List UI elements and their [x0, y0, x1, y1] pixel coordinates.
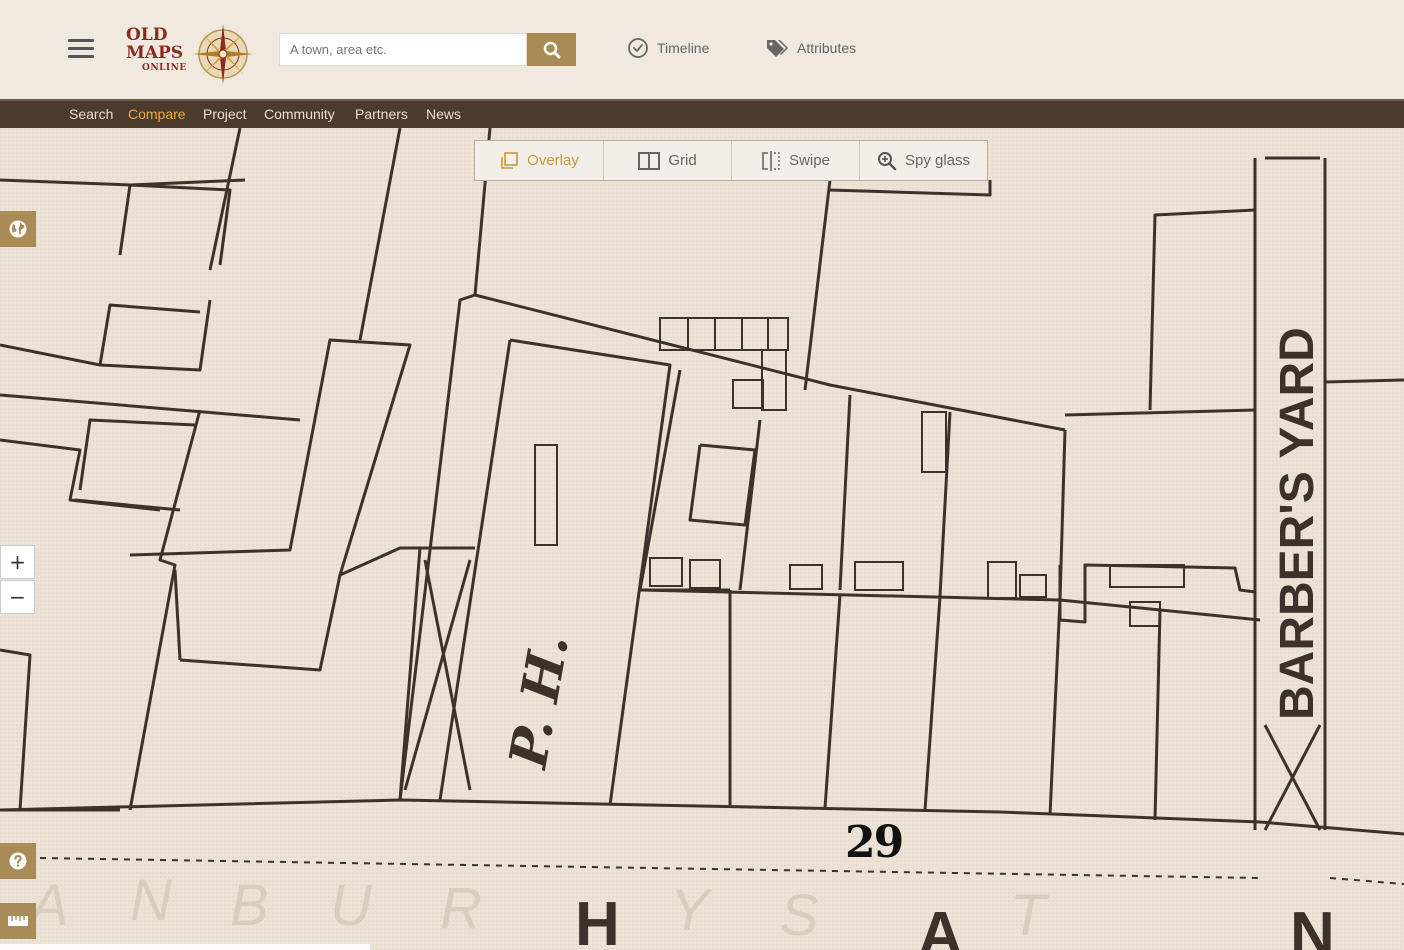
search-button[interactable]: [527, 33, 576, 66]
attributes-link[interactable]: Attributes: [765, 36, 856, 60]
clock-check-icon: [628, 38, 648, 58]
faded-letter-s: S: [780, 883, 819, 948]
tags-icon: [767, 40, 788, 57]
timeline-label: Timeline: [657, 40, 710, 56]
historic-map-view[interactable]: P. H. BARBER'S YARD H A N A N B U R Y S …: [0, 128, 1404, 950]
globe-icon: [9, 220, 27, 238]
zoom-in-button[interactable]: +: [0, 545, 35, 579]
nav-project[interactable]: Project: [203, 106, 247, 122]
nav-community[interactable]: Community: [264, 106, 335, 122]
mode-grid-label: Grid: [668, 152, 697, 169]
help-icon: [9, 852, 27, 870]
sheet-number: 29: [845, 817, 904, 868]
timeline-link[interactable]: Timeline: [627, 36, 709, 60]
measure-button[interactable]: [0, 903, 36, 939]
nav-partners[interactable]: Partners: [355, 106, 408, 122]
street-letter-a: A: [918, 900, 963, 950]
compass-rose-icon: [193, 24, 253, 84]
header: OLD MAPS ONLINE Timeline: [0, 0, 1404, 99]
mode-overlay[interactable]: Overlay: [475, 141, 603, 180]
mode-swipe-label: Swipe: [789, 152, 830, 169]
faded-letter-b: B: [230, 873, 269, 938]
logo-line1: OLD: [126, 25, 168, 45]
faded-letter-y: Y: [670, 878, 713, 943]
swipe-icon: [762, 150, 780, 171]
street-letter-n: N: [1290, 900, 1335, 950]
hamburger-menu-icon[interactable]: [68, 39, 94, 59]
mode-spy-glass-label: Spy glass: [904, 152, 971, 169]
compare-mode-bar: Overlay Grid Swipe Spy glass: [474, 140, 988, 181]
nav-news[interactable]: News: [426, 106, 461, 122]
mode-grid[interactable]: Grid: [603, 141, 731, 180]
mode-swipe[interactable]: Swipe: [731, 141, 859, 180]
faded-letter-r: R: [440, 876, 482, 941]
attributes-label: Attributes: [797, 40, 857, 56]
mode-spy-glass[interactable]: Spy glass: [859, 141, 987, 180]
logo-line2: MAPS: [126, 43, 184, 63]
nav-search[interactable]: Search: [69, 106, 113, 122]
help-button[interactable]: [0, 843, 36, 879]
zoom-in-icon: [877, 151, 897, 170]
grid-icon: [638, 151, 661, 170]
globe-button[interactable]: [0, 211, 36, 247]
street-letter-h: H: [575, 890, 620, 950]
coordinate-strip: [0, 944, 370, 950]
nav-compare[interactable]: Compare: [128, 106, 186, 122]
faded-letter-n: N: [130, 868, 172, 933]
logo-line3: ONLINE: [142, 63, 187, 73]
overlay-icon: [501, 151, 518, 169]
logo[interactable]: OLD MAPS ONLINE: [124, 12, 256, 84]
main-navigation: Search Compare Project Community Partner…: [0, 99, 1404, 128]
faded-letter-u: U: [330, 873, 373, 938]
faded-letter-t: T: [1010, 883, 1049, 948]
search-icon: [543, 41, 560, 58]
map-canvas[interactable]: P. H. BARBER'S YARD H A N A N B U R Y S …: [0, 128, 1404, 950]
barbers-yard-label: BARBER'S YARD: [1271, 327, 1324, 720]
search-input[interactable]: [279, 33, 527, 66]
ruler-icon: [8, 916, 28, 926]
zoom-out-button[interactable]: −: [0, 580, 35, 614]
mode-overlay-label: Overlay: [527, 152, 579, 169]
